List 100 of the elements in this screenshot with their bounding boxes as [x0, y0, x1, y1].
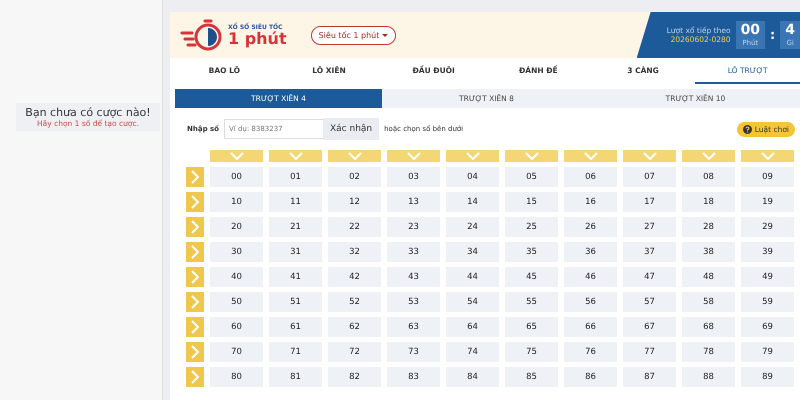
number-cell[interactable]: 76: [564, 342, 617, 362]
number-cell[interactable]: 57: [623, 292, 676, 312]
column-select-button[interactable]: [210, 150, 263, 162]
row-select-button[interactable]: [186, 342, 204, 362]
number-cell[interactable]: 47: [623, 267, 676, 287]
number-cell[interactable]: 78: [682, 342, 735, 362]
number-cell[interactable]: 80: [210, 367, 263, 387]
row-select-button[interactable]: [186, 167, 204, 187]
number-cell[interactable]: 23: [387, 217, 440, 237]
number-cell[interactable]: 73: [387, 342, 440, 362]
number-cell[interactable]: 30: [210, 242, 263, 262]
number-cell[interactable]: 51: [269, 292, 322, 312]
number-cell[interactable]: 83: [387, 367, 440, 387]
number-cell[interactable]: 37: [623, 242, 676, 262]
number-cell[interactable]: 45: [505, 267, 558, 287]
number-cell[interactable]: 29: [741, 217, 794, 237]
number-cell[interactable]: 84: [446, 367, 499, 387]
number-cell[interactable]: 82: [328, 367, 381, 387]
number-cell[interactable]: 11: [269, 192, 322, 212]
number-cell[interactable]: 79: [741, 342, 794, 362]
column-select-button[interactable]: [269, 150, 322, 162]
number-cell[interactable]: 13: [387, 192, 440, 212]
number-cell[interactable]: 02: [328, 167, 381, 187]
number-cell[interactable]: 24: [446, 217, 499, 237]
number-cell[interactable]: 48: [682, 267, 735, 287]
number-cell[interactable]: 75: [505, 342, 558, 362]
column-select-button[interactable]: [387, 150, 440, 162]
number-cell[interactable]: 52: [328, 292, 381, 312]
number-cell[interactable]: 44: [446, 267, 499, 287]
number-cell[interactable]: 49: [741, 267, 794, 287]
number-cell[interactable]: 81: [269, 367, 322, 387]
number-cell[interactable]: 88: [682, 367, 735, 387]
number-cell[interactable]: 16: [564, 192, 617, 212]
number-cell[interactable]: 15: [505, 192, 558, 212]
column-select-button[interactable]: [682, 150, 735, 162]
number-cell[interactable]: 61: [269, 317, 322, 337]
number-cell[interactable]: 35: [505, 242, 558, 262]
number-cell[interactable]: 60: [210, 317, 263, 337]
number-cell[interactable]: 28: [682, 217, 735, 237]
number-cell[interactable]: 62: [328, 317, 381, 337]
number-cell[interactable]: 67: [623, 317, 676, 337]
column-select-button[interactable]: [623, 150, 676, 162]
number-cell[interactable]: 72: [328, 342, 381, 362]
number-cell[interactable]: 04: [446, 167, 499, 187]
number-cell[interactable]: 69: [741, 317, 794, 337]
number-cell[interactable]: 32: [328, 242, 381, 262]
number-cell[interactable]: 89: [741, 367, 794, 387]
number-cell[interactable]: 07: [623, 167, 676, 187]
number-cell[interactable]: 27: [623, 217, 676, 237]
number-cell[interactable]: 58: [682, 292, 735, 312]
number-cell[interactable]: 36: [564, 242, 617, 262]
number-cell[interactable]: 33: [387, 242, 440, 262]
number-cell[interactable]: 85: [505, 367, 558, 387]
number-cell[interactable]: 21: [269, 217, 322, 237]
number-cell[interactable]: 55: [505, 292, 558, 312]
row-select-button[interactable]: [186, 242, 204, 262]
number-cell[interactable]: 17: [623, 192, 676, 212]
number-cell[interactable]: 34: [446, 242, 499, 262]
game-select[interactable]: Siêu tốc 1 phút: [310, 26, 396, 44]
number-cell[interactable]: 09: [741, 167, 794, 187]
number-cell[interactable]: 43: [387, 267, 440, 287]
row-select-button[interactable]: [186, 192, 204, 212]
number-cell[interactable]: 77: [623, 342, 676, 362]
confirm-button[interactable]: Xác nhận: [323, 118, 380, 140]
number-cell[interactable]: 00: [210, 167, 263, 187]
row-select-button[interactable]: [186, 292, 204, 312]
column-select-button[interactable]: [328, 150, 381, 162]
number-cell[interactable]: 70: [210, 342, 263, 362]
number-cell[interactable]: 03: [387, 167, 440, 187]
number-cell[interactable]: 14: [446, 192, 499, 212]
column-select-button[interactable]: [446, 150, 499, 162]
row-select-button[interactable]: [186, 317, 204, 337]
number-cell[interactable]: 66: [564, 317, 617, 337]
number-cell[interactable]: 19: [741, 192, 794, 212]
number-cell[interactable]: 08: [682, 167, 735, 187]
number-cell[interactable]: 18: [682, 192, 735, 212]
row-select-button[interactable]: [186, 217, 204, 237]
number-cell[interactable]: 74: [446, 342, 499, 362]
number-cell[interactable]: 12: [328, 192, 381, 212]
number-cell[interactable]: 50: [210, 292, 263, 312]
number-cell[interactable]: 31: [269, 242, 322, 262]
number-cell[interactable]: 63: [387, 317, 440, 337]
column-select-button[interactable]: [505, 150, 558, 162]
number-cell[interactable]: 59: [741, 292, 794, 312]
number-cell[interactable]: 42: [328, 267, 381, 287]
number-cell[interactable]: 05: [505, 167, 558, 187]
number-cell[interactable]: 87: [623, 367, 676, 387]
number-cell[interactable]: 56: [564, 292, 617, 312]
number-cell[interactable]: 68: [682, 317, 735, 337]
number-cell[interactable]: 54: [446, 292, 499, 312]
column-select-button[interactable]: [741, 150, 794, 162]
number-cell[interactable]: 01: [269, 167, 322, 187]
number-cell[interactable]: 53: [387, 292, 440, 312]
number-cell[interactable]: 26: [564, 217, 617, 237]
number-cell[interactable]: 40: [210, 267, 263, 287]
number-cell[interactable]: 86: [564, 367, 617, 387]
number-cell[interactable]: 22: [328, 217, 381, 237]
row-select-button[interactable]: [186, 367, 204, 387]
number-cell[interactable]: 10: [210, 192, 263, 212]
number-cell[interactable]: 65: [505, 317, 558, 337]
